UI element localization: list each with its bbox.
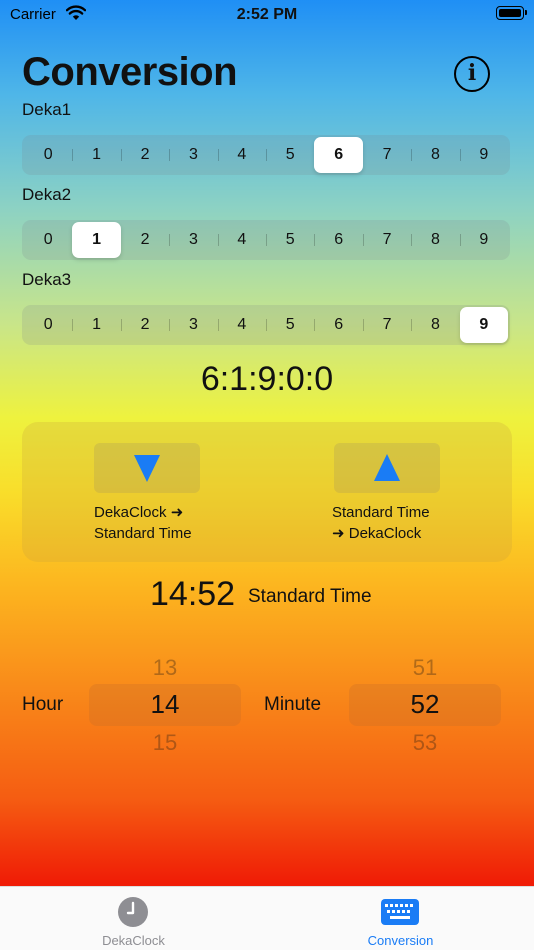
hour-picker-prev[interactable]: 13 <box>89 655 241 681</box>
minute-picker-next[interactable]: 53 <box>349 730 501 756</box>
deka3-label: Deka3 <box>22 270 72 289</box>
status-time: 2:52 PM <box>236 6 298 23</box>
deka2-option-0[interactable]: 0 <box>24 222 72 258</box>
deka-to-standard-button[interactable] <box>94 443 200 493</box>
deka2-option-7[interactable]: 7 <box>362 222 411 258</box>
deka-to-standard-caption: DekaClock ➜ Standard Time <box>94 504 192 542</box>
deka3-option-7[interactable]: 7 <box>362 307 411 343</box>
deka2-label: Deka2 <box>22 185 72 204</box>
minute-picker-value[interactable]: 52 <box>349 689 501 720</box>
deka3-option-6[interactable]: 6 <box>314 307 362 343</box>
deka1-option-7[interactable]: 7 <box>363 137 411 173</box>
deka2-segmented-control[interactable]: 0123456789 <box>22 220 510 260</box>
deka2-option-8[interactable]: 8 <box>411 222 459 258</box>
keyboard-icon <box>381 899 419 925</box>
deka3-option-2[interactable]: 2 <box>120 307 169 343</box>
standard-to-deka-caption: Standard Time ➜ DekaClock <box>332 504 430 542</box>
deka-time-display: 6:1:9:0:0 <box>200 360 334 398</box>
standard-time-display: 14:52 <box>150 575 236 613</box>
deka1-segmented-control[interactable]: 0123456789 <box>22 135 510 175</box>
deka2-option-5[interactable]: 5 <box>266 222 314 258</box>
deka1-option-2[interactable]: 2 <box>120 137 169 173</box>
deka3-option-1[interactable]: 1 <box>72 307 120 343</box>
deka3-segmented-control[interactable]: 0123456789 <box>22 305 510 345</box>
deka2-option-3[interactable]: 3 <box>169 222 217 258</box>
minute-picker-prev[interactable]: 51 <box>349 655 501 681</box>
standard-to-deka-button[interactable] <box>334 443 440 493</box>
deka1-option-1[interactable]: 1 <box>72 137 120 173</box>
triangle-up-icon <box>374 454 400 481</box>
deka1-option-0[interactable]: 0 <box>24 137 72 173</box>
deka2-option-6[interactable]: 6 <box>314 222 362 258</box>
deka2-option-9[interactable]: 9 <box>459 222 508 258</box>
clock-icon <box>118 897 148 927</box>
triangle-down-icon <box>134 455 160 482</box>
deka3-option-4[interactable]: 4 <box>217 307 266 343</box>
deka1-option-3[interactable]: 3 <box>169 137 217 173</box>
tab-conversion[interactable]: Conversion <box>267 887 534 950</box>
standard-time-label: Standard Time <box>248 586 372 607</box>
deka1-option-9[interactable]: 9 <box>459 137 508 173</box>
deka1-option-8[interactable]: 8 <box>411 137 459 173</box>
deka1-option-6[interactable]: 6 <box>314 137 363 173</box>
tab-bar: DekaClock Conversion <box>0 886 534 950</box>
deka3-option-9[interactable]: 9 <box>459 307 509 343</box>
deka3-option-0[interactable]: 0 <box>24 307 72 343</box>
deka2-option-2[interactable]: 2 <box>121 222 169 258</box>
battery-icon <box>496 6 527 20</box>
page-title: Conversion <box>22 50 238 94</box>
deka2-option-1[interactable]: 1 <box>72 222 121 258</box>
status-bar: Carrier 2:52 PM <box>0 0 534 30</box>
deka3-option-3[interactable]: 3 <box>169 307 217 343</box>
deka1-label: Deka1 <box>22 100 72 119</box>
deka3-option-8[interactable]: 8 <box>411 307 459 343</box>
tab-dekaclock[interactable]: DekaClock <box>0 887 267 950</box>
deka1-option-5[interactable]: 5 <box>266 137 314 173</box>
deka2-option-4[interactable]: 4 <box>217 222 266 258</box>
tab-dekaclock-label: DekaClock <box>102 933 165 948</box>
conversion-panel: DekaClock ➜ Standard Time Standard Time … <box>22 422 512 562</box>
minute-label: Minute <box>264 694 322 715</box>
deka1-option-4[interactable]: 4 <box>217 137 266 173</box>
hour-picker-value[interactable]: 14 <box>89 689 241 720</box>
hour-label: Hour <box>22 694 64 715</box>
tab-conversion-label: Conversion <box>367 933 434 948</box>
deka3-option-5[interactable]: 5 <box>266 307 314 343</box>
info-icon[interactable]: i <box>454 56 490 92</box>
hour-picker-next[interactable]: 15 <box>89 730 241 756</box>
